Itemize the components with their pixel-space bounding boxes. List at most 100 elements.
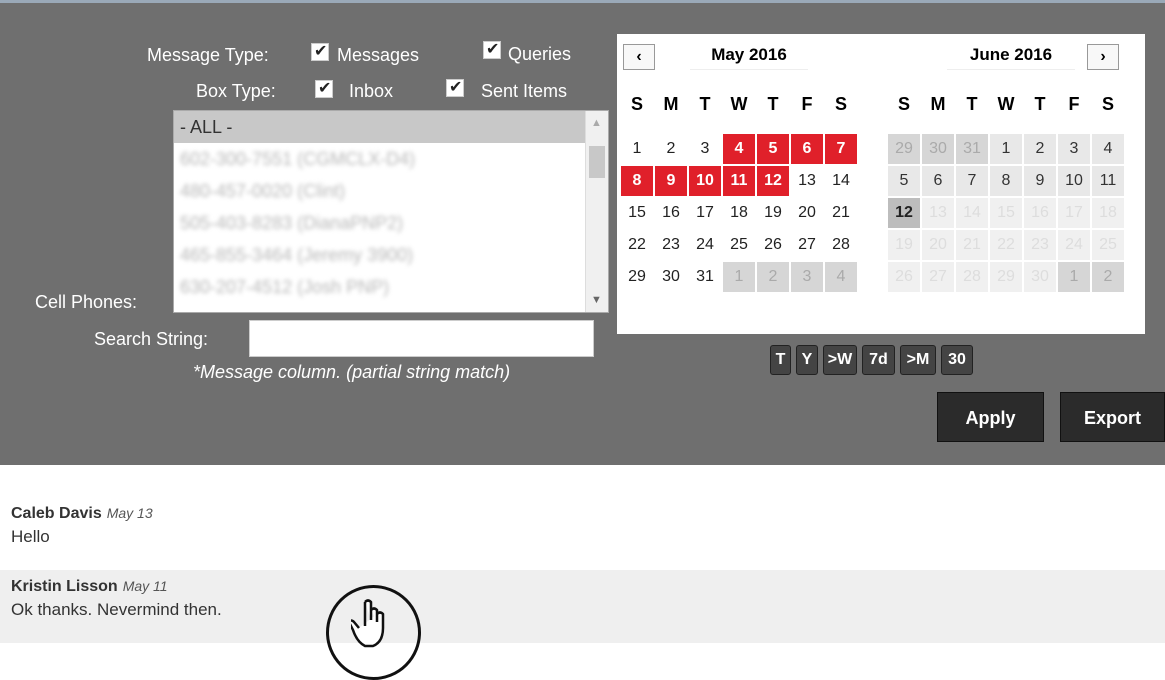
calendar-day[interactable]: 27: [791, 230, 823, 260]
quick-range-today-button[interactable]: T: [770, 345, 791, 375]
calendar-day[interactable]: 11: [723, 166, 755, 196]
listbox-scrollbar[interactable]: ▲ ▼: [585, 111, 608, 312]
calendar-month-june: June 2016 › SMTWTFS 29 30 31 1 2 3 4 5 6 7 8 9 10 11 1…: [887, 41, 1147, 292]
cell-phones-listbox[interactable]: - ALL - 602-300-7551 (CGMCLX-D4) 480-457…: [173, 110, 609, 313]
apply-button[interactable]: Apply: [937, 392, 1044, 442]
calendar-day: 16: [1024, 198, 1056, 228]
calendar-day[interactable]: 24: [689, 230, 721, 260]
calendar-day[interactable]: 3: [1058, 134, 1090, 164]
phone-option[interactable]: 505-403-8283 (DianaPNP2): [174, 207, 608, 239]
calendar-day[interactable]: 18: [723, 198, 755, 228]
search-string-input[interactable]: [249, 320, 594, 357]
calendar-day[interactable]: 1: [1058, 262, 1090, 292]
sent-items-checkbox[interactable]: [446, 77, 464, 97]
calendar-day[interactable]: 3: [689, 134, 721, 164]
calendar-day[interactable]: 19: [757, 198, 789, 228]
search-note: *Message column. (partial string match): [193, 362, 511, 382]
inbox-checkbox-label[interactable]: Inbox: [349, 81, 393, 102]
calendar-day[interactable]: 2: [757, 262, 789, 292]
calendar-day[interactable]: 10: [689, 166, 721, 196]
calendar-day[interactable]: 7: [825, 134, 857, 164]
message-item[interactable]: Kristin Lisson May 11 Ok thanks. Nevermin…: [0, 570, 1165, 643]
calendar-day[interactable]: 11: [1092, 166, 1124, 196]
quick-range-week-button[interactable]: >W: [823, 345, 857, 375]
calendar-day[interactable]: 6: [922, 166, 954, 196]
weekday-label: T: [1034, 94, 1046, 114]
calendar-day[interactable]: 6: [791, 134, 823, 164]
messages-checkbox-label[interactable]: Messages: [337, 45, 419, 66]
queries-checkbox-label[interactable]: Queries: [508, 44, 571, 65]
calendar-day[interactable]: 1: [723, 262, 755, 292]
calendar-day[interactable]: 12: [757, 166, 789, 196]
calendar-day[interactable]: 15: [621, 198, 653, 228]
calendar-day: 18: [1092, 198, 1124, 228]
calendar-day: 13: [922, 198, 954, 228]
prev-month-button[interactable]: ‹: [623, 44, 655, 70]
calendar-day[interactable]: 21: [825, 198, 857, 228]
calendar-day[interactable]: 2: [1024, 134, 1056, 164]
weekday-label: F: [1068, 94, 1080, 114]
phone-option[interactable]: 480-457-0020 (Clint): [174, 175, 608, 207]
calendar-day[interactable]: 31: [689, 262, 721, 292]
calendar-day: 15: [990, 198, 1022, 228]
calendar-day[interactable]: 2: [1092, 262, 1124, 292]
calendar-day[interactable]: 10: [1058, 166, 1090, 196]
calendar-day[interactable]: 29: [621, 262, 653, 292]
quick-range-yesterday-button[interactable]: Y: [796, 345, 818, 375]
cell-phones-label: Cell Phones:: [35, 292, 138, 312]
phone-option[interactable]: 630-207-4512 (Josh PNP): [174, 271, 608, 303]
calendar-day[interactable]: 31: [956, 134, 988, 164]
calendar-day[interactable]: 28: [825, 230, 857, 260]
weekday-label: W: [730, 94, 748, 114]
calendar-day[interactable]: 1: [621, 134, 653, 164]
phone-option[interactable]: 465-855-3464 (Jeremy 3900): [174, 239, 608, 271]
quick-range-30-button[interactable]: 30: [941, 345, 973, 375]
sent-items-checkbox-label[interactable]: Sent Items: [481, 81, 567, 102]
calendar-day[interactable]: 2: [655, 134, 687, 164]
calendar-day[interactable]: 29: [888, 134, 920, 164]
date-range-calendar: ‹ May 2016 SMTWTFS 1 2 3 4 5 6 7 8 9 10 11 12 13 14 15…: [617, 34, 1145, 334]
scroll-thumb[interactable]: [589, 146, 605, 178]
calendar-day[interactable]: 8: [990, 166, 1022, 196]
calendar-day[interactable]: 14: [825, 166, 857, 196]
calendar-day[interactable]: 25: [723, 230, 755, 260]
calendar-day[interactable]: 4: [723, 134, 755, 164]
calendar-day[interactable]: 22: [621, 230, 653, 260]
scroll-down-icon[interactable]: ▼: [591, 294, 602, 306]
phone-option-all[interactable]: - ALL -: [174, 111, 608, 143]
next-month-button[interactable]: ›: [1087, 44, 1119, 70]
calendar-day[interactable]: 26: [757, 230, 789, 260]
filter-panel: Message Type: Messages Queries Box Type:…: [0, 0, 1165, 465]
calendar-day[interactable]: 7: [956, 166, 988, 196]
calendar-day[interactable]: 1: [990, 134, 1022, 164]
calendar-day[interactable]: 9: [655, 166, 687, 196]
queries-checkbox[interactable]: [483, 39, 501, 59]
calendar-day[interactable]: 9: [1024, 166, 1056, 196]
quick-range-7d-button[interactable]: 7d: [862, 345, 895, 375]
calendar-day[interactable]: 20: [791, 198, 823, 228]
calendar-day[interactable]: 3: [791, 262, 823, 292]
calendar-day: 25: [1092, 230, 1124, 260]
inbox-checkbox[interactable]: [315, 78, 333, 98]
calendar-day[interactable]: 8: [621, 166, 653, 196]
scroll-up-icon[interactable]: ▲: [591, 117, 602, 129]
calendar-day[interactable]: 23: [655, 230, 687, 260]
calendar-day[interactable]: 5: [757, 134, 789, 164]
export-button[interactable]: Export: [1060, 392, 1165, 442]
calendar-day[interactable]: 17: [689, 198, 721, 228]
phone-option[interactable]: 602-300-7551 (CGMCLX-D4): [174, 143, 608, 175]
calendar-day[interactable]: 12: [888, 198, 920, 228]
calendar-day[interactable]: 4: [1092, 134, 1124, 164]
calendar-day[interactable]: 30: [922, 134, 954, 164]
hand-pointer-icon: [326, 585, 421, 680]
calendar-day[interactable]: 5: [888, 166, 920, 196]
message-item[interactable]: Caleb Davis May 13 Hello: [0, 505, 1165, 570]
calendar-day[interactable]: 16: [655, 198, 687, 228]
calendar-day[interactable]: 30: [655, 262, 687, 292]
message-date: May 11: [122, 578, 168, 594]
calendar-day[interactable]: 4: [825, 262, 857, 292]
message-text: Hello: [11, 527, 50, 546]
quick-range-month-button[interactable]: >M: [900, 345, 936, 375]
messages-checkbox[interactable]: [311, 41, 329, 61]
calendar-day[interactable]: 13: [791, 166, 823, 196]
